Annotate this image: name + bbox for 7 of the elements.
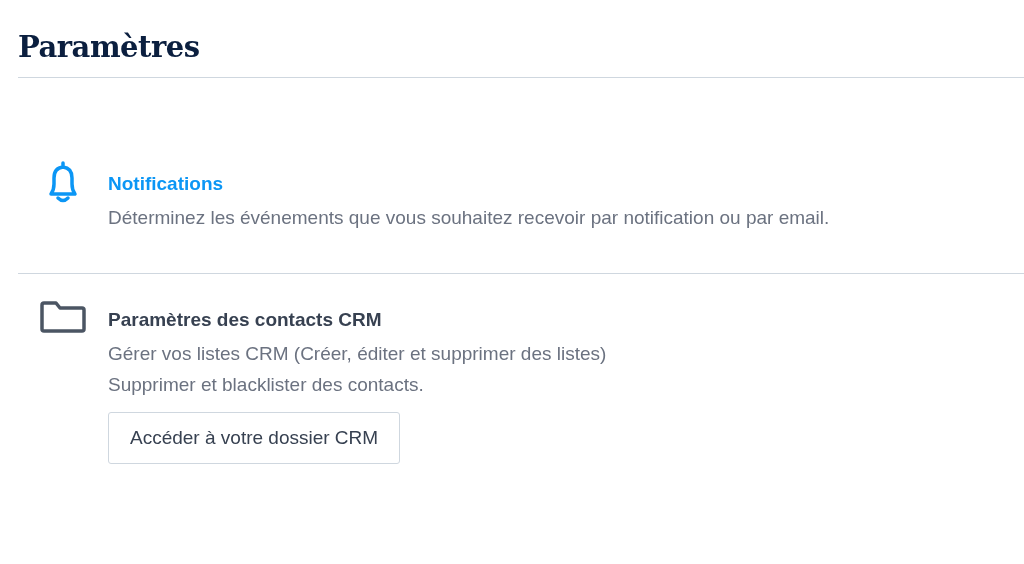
section-description: Déterminez les événements que vous souhaitez recevoir par notification ou par email. xyxy=(108,206,830,230)
section-title[interactable]: Paramètres des contacts CRM xyxy=(108,308,607,332)
folder-icon xyxy=(39,300,87,334)
page-title: Paramètres xyxy=(18,29,201,66)
section-description: Supprimer et blacklister des contacts. xyxy=(108,373,425,397)
crm-folder-button[interactable]: Accéder à votre dossier CRM xyxy=(108,412,401,464)
section-description: Gérer vos listes CRM (Créer, éditer et supprimer des listes) xyxy=(108,342,607,366)
